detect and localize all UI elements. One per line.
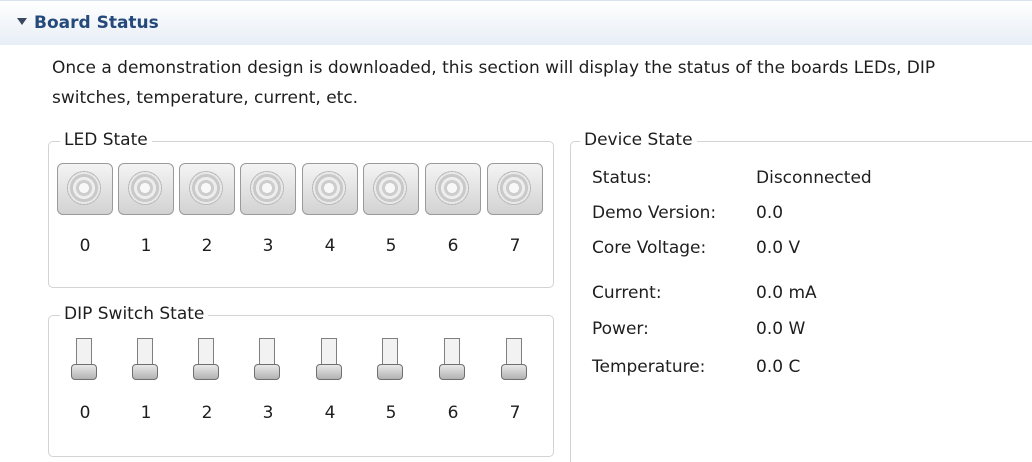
expand-collapse-icon[interactable] [17, 18, 27, 25]
led-label-0: 0 [79, 236, 91, 256]
device-state-title: Device State [580, 130, 697, 150]
dip-switch-knob [132, 364, 158, 380]
dip-switch-6 [438, 338, 468, 392]
temperature-label: Temperature: [592, 357, 706, 377]
led-4 [302, 163, 358, 215]
power-value: 0.0 W [756, 319, 806, 339]
dip-switch-1 [131, 338, 161, 392]
led-label-5: 5 [385, 236, 397, 256]
dip-switch-knob [501, 364, 527, 380]
dip-label-2: 2 [201, 403, 213, 423]
section-header[interactable]: Board Status [0, 0, 1032, 45]
dip-switch-7 [500, 338, 530, 392]
led-label-4: 4 [324, 236, 336, 256]
dip-switch-3 [253, 338, 283, 392]
led-off-icon [312, 171, 346, 205]
led-label-6: 6 [447, 236, 459, 256]
led-off-icon [250, 171, 284, 205]
dip-switch-4 [315, 338, 345, 392]
led-off-icon [497, 171, 531, 205]
dip-label-3: 3 [262, 403, 274, 423]
core-voltage-value: 0.0 V [756, 238, 801, 258]
dip-label-5: 5 [385, 403, 397, 423]
led-2 [179, 163, 235, 215]
dip-switch-knob [316, 364, 342, 380]
dip-switch-knob [439, 364, 465, 380]
led-0 [57, 163, 113, 215]
dip-switch-knob [254, 364, 280, 380]
led-off-icon [67, 171, 101, 205]
status-value: Disconnected [756, 168, 872, 188]
led-3 [240, 163, 296, 215]
led-1 [118, 163, 174, 215]
led-label-7: 7 [509, 236, 521, 256]
demo-version-label: Demo Version: [592, 203, 717, 223]
led-off-icon [189, 171, 223, 205]
core-voltage-label: Core Voltage: [592, 238, 707, 258]
dip-switch-state-group [48, 315, 554, 457]
current-value: 0.0 mA [756, 283, 817, 303]
led-state-title: LED State [60, 130, 152, 150]
dip-switch-2 [192, 338, 222, 392]
status-label: Status: [592, 168, 652, 188]
current-label: Current: [592, 283, 662, 303]
dip-label-4: 4 [324, 403, 336, 423]
dip-switch-knob [377, 364, 403, 380]
led-label-3: 3 [262, 236, 274, 256]
led-label-1: 1 [140, 236, 152, 256]
power-label: Power: [592, 319, 649, 339]
led-label-2: 2 [201, 236, 213, 256]
led-6 [425, 163, 481, 215]
dip-switch-state-title: DIP Switch State [60, 304, 209, 324]
led-5 [363, 163, 419, 215]
dip-switch-0 [70, 338, 100, 392]
led-off-icon [128, 171, 162, 205]
dip-switch-5 [376, 338, 406, 392]
demo-version-value: 0.0 [756, 203, 784, 223]
section-description: Once a demonstration design is downloade… [52, 58, 936, 108]
dip-label-6: 6 [447, 403, 459, 423]
led-off-icon [373, 171, 407, 205]
dip-switch-knob [193, 364, 219, 380]
dip-label-7: 7 [509, 403, 521, 423]
dip-label-1: 1 [140, 403, 152, 423]
section-title[interactable]: Board Status [34, 13, 159, 33]
led-off-icon [435, 171, 469, 205]
dip-label-0: 0 [79, 403, 91, 423]
led-7 [487, 163, 543, 215]
dip-switch-knob [71, 364, 97, 380]
temperature-value: 0.0 C [756, 357, 801, 377]
